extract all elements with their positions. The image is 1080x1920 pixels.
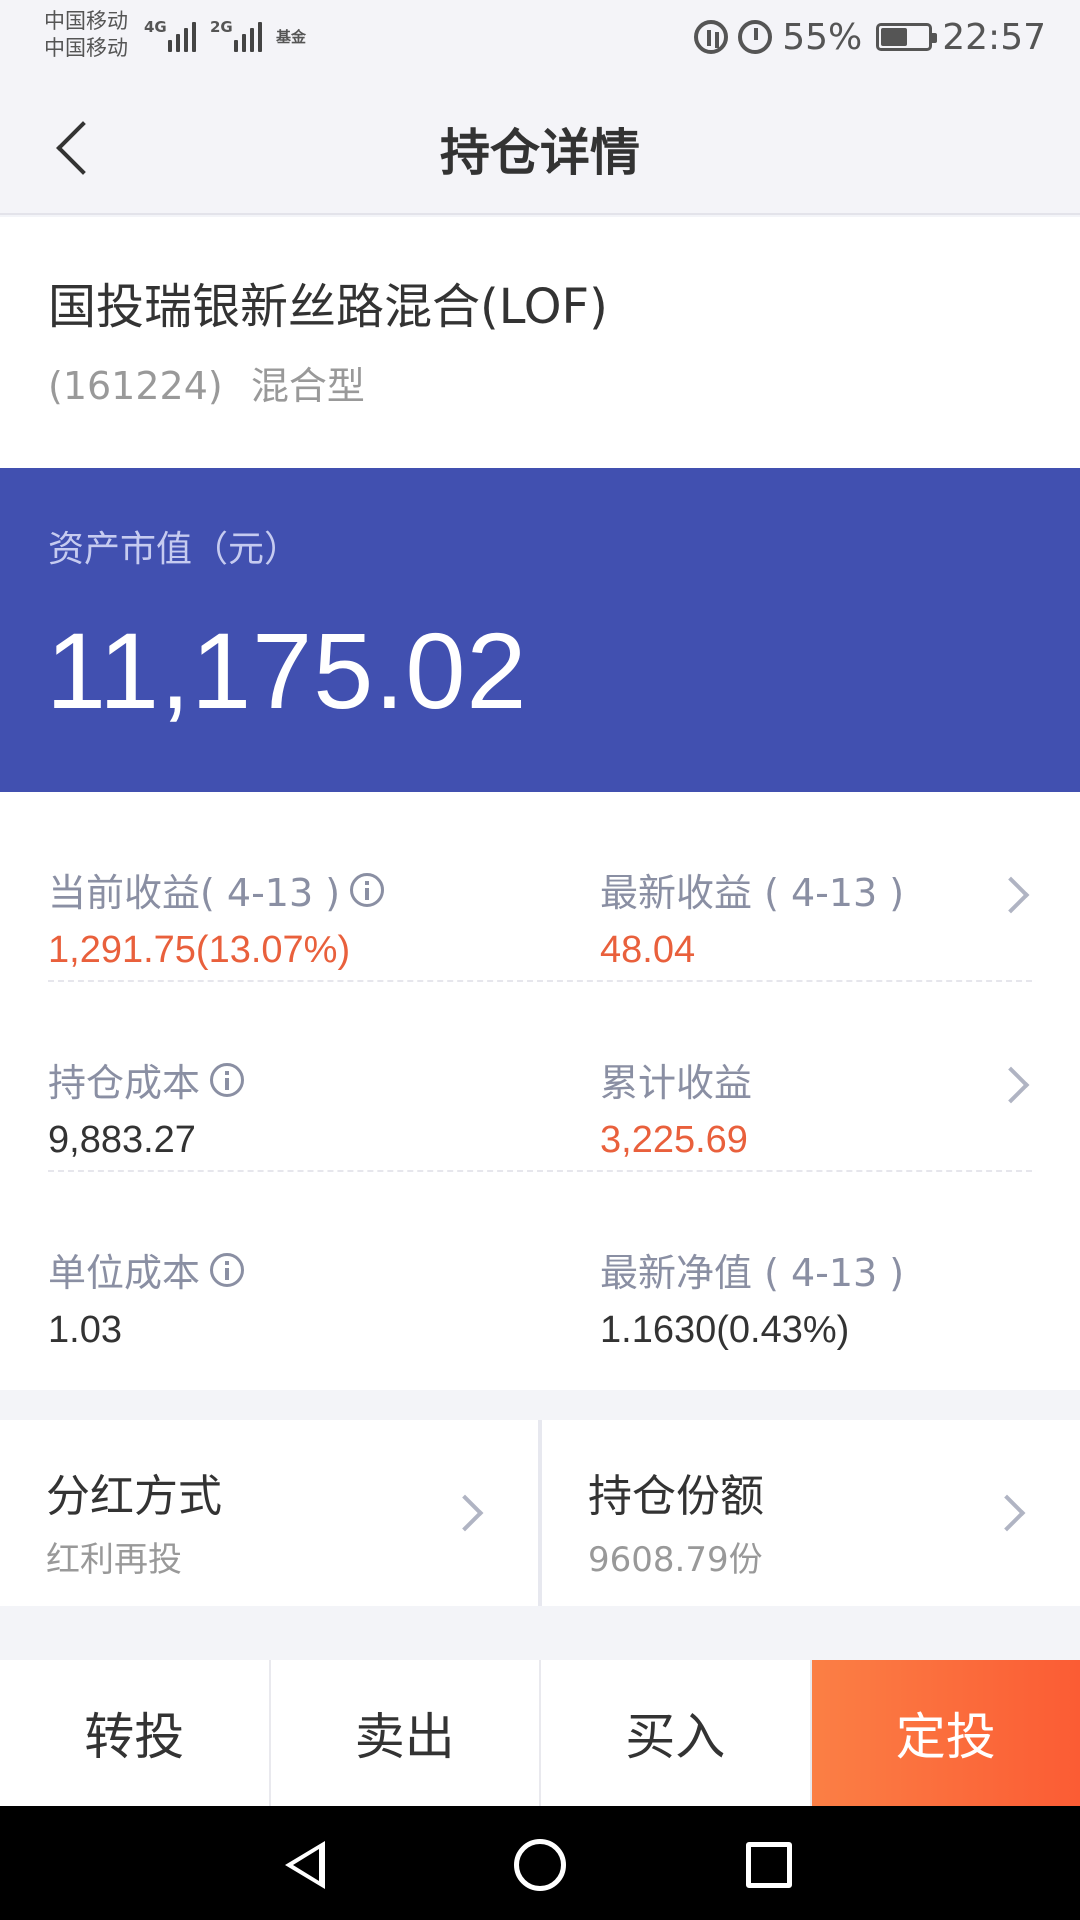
latest-earnings-value: 48.04: [600, 929, 696, 971]
latest-nav: 最新净值 ( 4-13 ) 1.1630(0.43%): [600, 1242, 1032, 1352]
carrier-2: 中国移动: [44, 36, 128, 60]
clock-time: 22:57: [942, 16, 1046, 58]
info-icon[interactable]: [210, 1252, 245, 1287]
signal-icon-1: [168, 16, 196, 52]
switch-button[interactable]: 转投: [0, 1660, 269, 1806]
unit-cost: 单位成本 1.03: [48, 1242, 245, 1352]
holding-cost-value: 9,883.27: [48, 1119, 196, 1161]
fund-notification-icon: 基金: [276, 28, 307, 46]
cumulative-earnings[interactable]: 累计收益 3,225.69: [600, 1052, 1032, 1162]
holding-cards: 分红方式 红利再投 持仓份额 9608.79份: [0, 1420, 1080, 1606]
signal-icon-2: [234, 16, 262, 52]
info-icon[interactable]: [210, 1062, 245, 1097]
network-type-2: 2G: [210, 18, 233, 36]
current-earnings: 当前收益( 4-13 ) 1,291.75(13.07%): [48, 862, 385, 972]
status-right: 55% 22:57: [694, 14, 1046, 60]
battery-percent: 55%: [782, 16, 863, 58]
latest-nav-value: 1.1630(0.43%): [600, 1309, 850, 1351]
unit-cost-label: 单位成本: [48, 1251, 201, 1295]
nav-home-icon[interactable]: [514, 1839, 566, 1891]
holding-cost: 持仓成本 9,883.27: [48, 1052, 245, 1162]
stat-row-cost: 持仓成本 9,883.27 累计收益 3,225.69: [48, 982, 1032, 1172]
cumulative-earnings-value: 3,225.69: [600, 1119, 748, 1161]
unit-cost-label-wrap: 单位成本: [48, 1242, 245, 1297]
dividend-method-value: 红利再投: [46, 1540, 182, 1580]
dividend-method-card[interactable]: 分红方式 红利再投: [0, 1420, 538, 1606]
nav-back-icon[interactable]: [285, 1841, 325, 1889]
carrier-labels: 中国移动 中国移动: [44, 8, 128, 62]
holding-stats: 当前收益( 4-13 ) 1,291.75(13.07%) 最新收益 ( 4-1…: [0, 792, 1080, 1390]
battery-level-fill: [881, 28, 907, 46]
fund-meta: (161224) 混合型: [48, 355, 365, 410]
page-title: 持仓详情: [440, 124, 640, 182]
auto-invest-button[interactable]: 定投: [811, 1660, 1080, 1806]
nav-recent-apps-icon[interactable]: [746, 1842, 792, 1888]
current-earnings-label-wrap: 当前收益( 4-13 ): [48, 862, 385, 917]
fund-name: 国投瑞银新丝路混合(LOF): [48, 279, 608, 335]
holding-cost-label: 持仓成本: [48, 1061, 201, 1105]
dividend-method-title: 分红方式: [46, 1471, 222, 1522]
chevron-right-icon[interactable]: [446, 1494, 484, 1532]
carrier-1: 中国移动: [44, 9, 128, 33]
cumulative-earnings-label: 累计收益: [600, 1061, 753, 1105]
fund-type: 混合型: [250, 364, 365, 408]
alarm-icon: [738, 20, 773, 54]
current-earnings-label: 当前收益( 4-13 ): [48, 871, 341, 915]
asset-value: 11,175.02: [46, 610, 528, 731]
sell-button[interactable]: 卖出: [270, 1660, 539, 1806]
app-header: 持仓详情: [0, 75, 1080, 215]
holding-cost-label-wrap: 持仓成本: [48, 1052, 245, 1107]
latest-earnings-label: 最新收益 ( 4-13 ): [600, 871, 905, 915]
holding-shares-title: 持仓份额: [588, 1471, 764, 1522]
current-earnings-value: 1,291.75(13.07%): [48, 929, 351, 971]
system-nav-bar: [0, 1806, 1080, 1920]
chevron-right-icon[interactable]: [988, 1494, 1026, 1532]
holding-shares-card[interactable]: 持仓份额 9608.79份: [542, 1420, 1080, 1606]
stat-row-earnings: 当前收益( 4-13 ) 1,291.75(13.07%) 最新收益 ( 4-1…: [48, 792, 1032, 982]
fund-info: 国投瑞银新丝路混合(LOF) (161224) 混合型: [0, 217, 1080, 468]
data-saver-icon: [694, 20, 729, 54]
buy-button[interactable]: 买入: [541, 1660, 810, 1806]
stat-row-nav: 单位成本 1.03 最新净值 ( 4-13 ) 1.1630(0.43%): [48, 1172, 1032, 1362]
battery-icon: [876, 23, 938, 51]
latest-earnings[interactable]: 最新收益 ( 4-13 ) 48.04: [600, 862, 1032, 972]
info-icon[interactable]: [350, 872, 385, 907]
asset-panel: 资产市值（元） 11,175.02: [0, 468, 1080, 792]
fund-code: (161224): [48, 364, 223, 408]
latest-nav-label: 最新净值 ( 4-13 ): [600, 1251, 905, 1295]
holding-shares-value: 9608.79份: [588, 1540, 763, 1580]
network-type-1: 4G: [144, 18, 167, 36]
action-bar: 转投 卖出 买入 定投: [0, 1660, 1080, 1806]
asset-label: 资产市值（元）: [48, 529, 301, 570]
status-bar: 中国移动 中国移动 4G 2G 基金 55% 22:57: [0, 0, 1080, 75]
unit-cost-value: 1.03: [48, 1309, 122, 1351]
